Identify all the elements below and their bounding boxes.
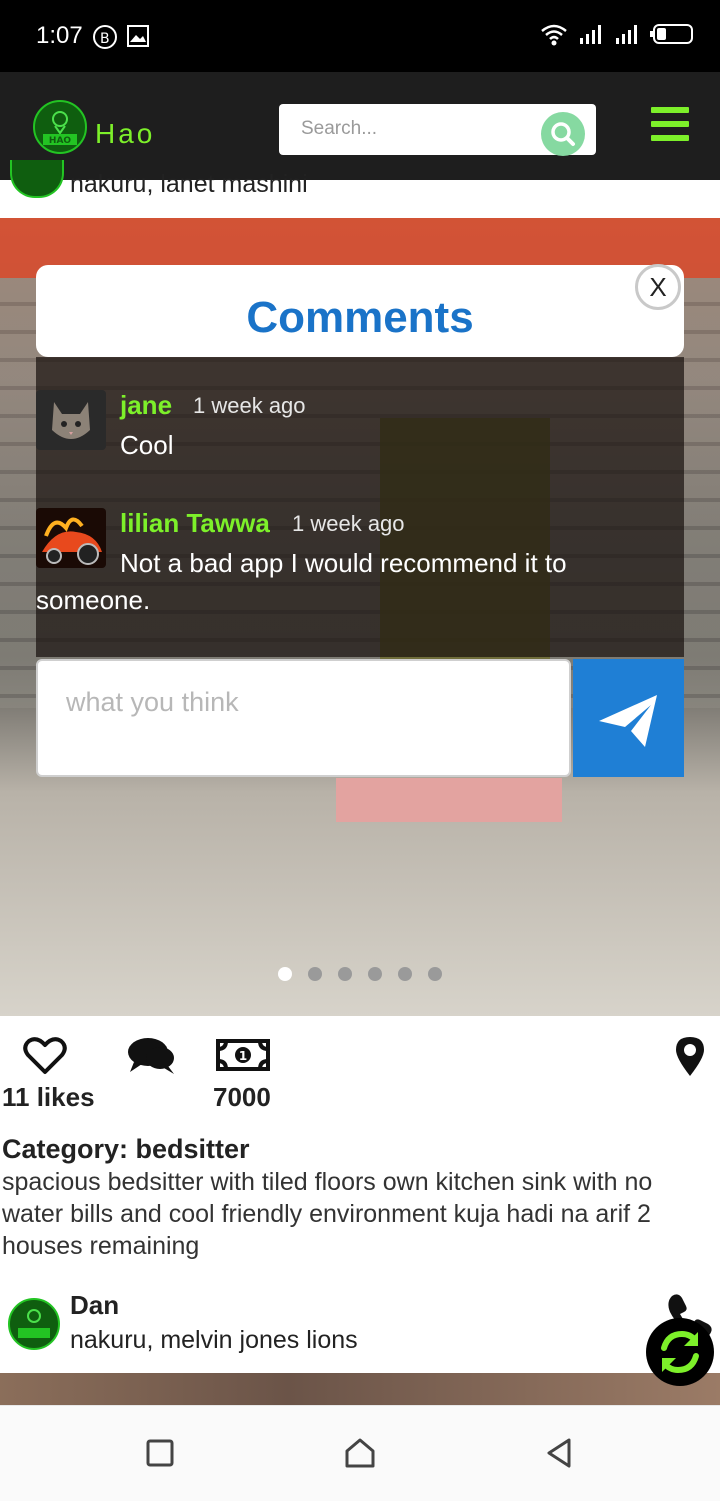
- comment-text: Not a bad app I would recommend it to: [120, 548, 567, 578]
- next-post-photo[interactable]: [0, 1373, 720, 1405]
- hao-logo-small: [18, 1309, 50, 1338]
- comment-text-continued: someone.: [36, 585, 151, 615]
- refresh-button[interactable]: [646, 1318, 714, 1386]
- home-icon[interactable]: [344, 1437, 376, 1469]
- status-bar: 1:07 B: [0, 0, 720, 72]
- signal-icon: [580, 25, 601, 44]
- price: 7000: [213, 1082, 271, 1112]
- prev-post-avatar: [10, 160, 64, 198]
- post-actions: 1 11 likes 7000: [0, 1016, 720, 1116]
- carousel-dots: [278, 967, 442, 981]
- carousel-dot-4[interactable]: [368, 967, 382, 981]
- battery-icon: [650, 24, 693, 44]
- recents-icon[interactable]: [146, 1439, 174, 1467]
- comment-time: 1 week ago: [193, 393, 306, 418]
- comments-title: Comments: [246, 293, 474, 342]
- carousel-dot-3[interactable]: [338, 967, 352, 981]
- send-icon: [599, 695, 657, 747]
- next-post-author[interactable]: Dan: [70, 1290, 119, 1321]
- image-icon: [127, 25, 149, 47]
- status-time: 1:07: [36, 22, 83, 49]
- heart-icon[interactable]: [22, 1036, 68, 1076]
- comment-time: 1 week ago: [292, 511, 405, 536]
- menu-icon[interactable]: [651, 107, 689, 141]
- car-avatar: [36, 508, 106, 568]
- send-button[interactable]: [573, 659, 684, 777]
- search-icon: [551, 122, 575, 146]
- carousel-dot-6[interactable]: [428, 967, 442, 981]
- post-description: spacious bedsitter with tiled floors own…: [2, 1168, 653, 1260]
- back-icon[interactable]: [544, 1437, 574, 1469]
- refresh-icon: [661, 1330, 699, 1374]
- search-button[interactable]: [541, 112, 585, 156]
- wifi-icon: [541, 24, 567, 46]
- comment-icon[interactable]: [126, 1036, 176, 1076]
- signal-icon-2: [616, 25, 637, 44]
- comment-author[interactable]: jane: [120, 390, 172, 421]
- comment-input[interactable]: what you think: [36, 659, 571, 777]
- logo-text: HAO: [49, 136, 71, 146]
- comments-list: jane 1 week ago Cool lilian Tawwa 1 week…: [36, 357, 684, 657]
- post-category: Category: bedsitter: [2, 1134, 250, 1164]
- svg-text:1: 1: [239, 1049, 247, 1063]
- photo-step: [336, 778, 562, 822]
- hao-logo[interactable]: HAO: [33, 100, 87, 154]
- carousel-dot-2[interactable]: [308, 967, 322, 981]
- app-header: HAO Hao Search...: [0, 72, 720, 180]
- next-post-location: nakuru, melvin jones lions: [70, 1326, 358, 1354]
- comment-text: Cool: [120, 430, 174, 460]
- comment-placeholder: what you think: [66, 687, 239, 717]
- comments-header: Comments: [36, 265, 684, 357]
- cat-avatar: [36, 390, 106, 450]
- prev-post-location: nakuru, lanet mashini: [70, 170, 308, 198]
- carousel-dot-5[interactable]: [398, 967, 412, 981]
- logo-emblem: HAO: [43, 111, 77, 146]
- comment-author[interactable]: lilian Tawwa: [120, 508, 270, 539]
- likes-count: 11 likes: [2, 1082, 95, 1112]
- money-icon: 1: [216, 1039, 270, 1071]
- carousel-dot-1[interactable]: [278, 967, 292, 981]
- search-field[interactable]: Search...: [279, 104, 596, 156]
- search-input[interactable]: Search...: [301, 118, 377, 140]
- map-pin-icon[interactable]: [672, 1034, 708, 1078]
- close-button[interactable]: X: [635, 264, 681, 310]
- system-nav-bar: [0, 1405, 720, 1501]
- bluetooth-badge-icon: B: [93, 25, 117, 49]
- svg-text:B: B: [100, 31, 110, 47]
- brand-name[interactable]: Hao: [95, 118, 155, 150]
- next-post-avatar[interactable]: [8, 1298, 60, 1350]
